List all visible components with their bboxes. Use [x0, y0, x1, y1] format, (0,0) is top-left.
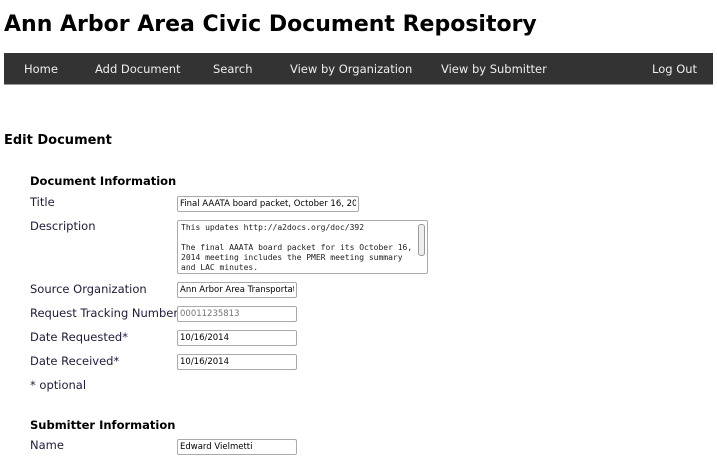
tracking-number-label: Request Tracking Number*	[30, 306, 184, 320]
title-label: Title	[30, 195, 55, 209]
page-heading: Edit Document	[4, 133, 112, 148]
site-title: Ann Arbor Area Civic Document Repository	[4, 12, 537, 37]
nav-view-by-organization[interactable]: View by Organization	[290, 62, 412, 76]
nav-search[interactable]: Search	[213, 62, 253, 76]
description-textarea[interactable]: This updates http://a2docs.org/doc/392 T…	[177, 220, 428, 274]
name-label: Name	[30, 438, 64, 452]
date-requested-input[interactable]	[177, 330, 297, 346]
name-input[interactable]	[177, 439, 297, 455]
nav-add-document[interactable]: Add Document	[95, 62, 181, 76]
date-requested-label: Date Requested*	[30, 330, 128, 344]
description-label: Description	[30, 219, 96, 233]
title-input[interactable]	[177, 196, 359, 212]
nav-view-by-submitter[interactable]: View by Submitter	[441, 62, 547, 76]
tracking-number-input[interactable]	[177, 306, 297, 322]
nav-home[interactable]: Home	[24, 62, 58, 76]
date-received-input[interactable]	[177, 354, 297, 370]
nav-log-out[interactable]: Log Out	[652, 62, 697, 76]
section-submitter-information: Submitter Information	[30, 418, 176, 432]
source-organization-label: Source Organization	[30, 282, 147, 296]
section-document-information: Document Information	[30, 174, 177, 188]
optional-note: * optional	[30, 378, 87, 392]
source-organization-input[interactable]	[177, 282, 297, 298]
scrollbar[interactable]	[418, 224, 425, 256]
nav-bar: Home Add Document Search View by Organiz…	[4, 53, 713, 85]
date-received-label: Date Received*	[30, 354, 120, 368]
description-text: This updates http://a2docs.org/doc/392 T…	[181, 223, 413, 272]
